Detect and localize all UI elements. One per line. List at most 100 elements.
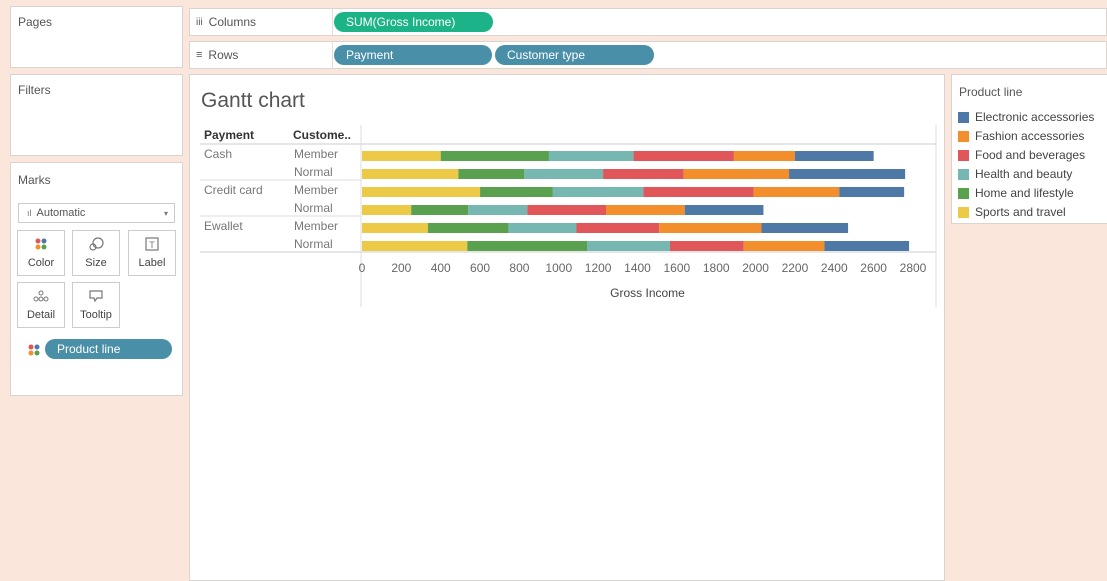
- size-button-label: Size: [85, 257, 107, 269]
- mark-type-dropdown[interactable]: ıl Automatic ▾: [18, 203, 175, 223]
- x-tick-label: 800: [509, 261, 529, 275]
- x-tick-label: 2000: [742, 261, 769, 275]
- marks-title: Marks: [18, 173, 51, 187]
- gantt-bar[interactable]: [659, 223, 762, 233]
- gantt-bar[interactable]: [603, 169, 684, 179]
- gantt-bar[interactable]: [761, 223, 849, 233]
- gantt-bar[interactable]: [552, 187, 644, 197]
- legend-item[interactable]: Home and lifestyle: [958, 186, 1074, 200]
- pages-card: Pages: [10, 6, 183, 68]
- gantt-bar[interactable]: [362, 205, 412, 215]
- color-button[interactable]: Color: [17, 230, 65, 276]
- legend-item[interactable]: Sports and travel: [958, 205, 1066, 219]
- gantt-bar[interactable]: [362, 187, 481, 197]
- gantt-bar[interactable]: [643, 187, 754, 197]
- gantt-chart[interactable]: 0 200 400 600 800 1000 1200 1400 1600 1800 2000 220…: [190, 75, 944, 375]
- columns-shelf-label: iii Columns: [196, 9, 256, 35]
- gantt-bar[interactable]: [480, 187, 553, 197]
- gantt-bar[interactable]: [587, 241, 670, 251]
- label-icon: T: [145, 237, 159, 253]
- shelf-divider: [332, 42, 333, 68]
- gantt-bar[interactable]: [606, 205, 685, 215]
- legend-item[interactable]: Electronic accessories: [958, 110, 1094, 124]
- pages-title: Pages: [18, 15, 53, 29]
- gantt-bar[interactable]: [753, 187, 840, 197]
- legend-label: Home and lifestyle: [975, 186, 1074, 200]
- gantt-bar[interactable]: [440, 151, 549, 161]
- rows-shelf-label: ≡ Rows: [196, 42, 238, 68]
- gantt-bar[interactable]: [411, 205, 469, 215]
- tooltip-button[interactable]: Tooltip: [72, 282, 120, 328]
- color-button-label: Color: [27, 257, 55, 269]
- columns-shelf[interactable]: iii Columns SUM(Gross Income): [189, 8, 1107, 36]
- bar-chart-icon: ıl: [27, 208, 32, 218]
- legend-title: Product line: [959, 85, 1023, 99]
- gantt-bar[interactable]: [362, 223, 428, 233]
- legend-item[interactable]: Health and beauty: [958, 167, 1072, 181]
- gantt-bar[interactable]: [427, 223, 509, 233]
- legend-swatch: [958, 187, 969, 199]
- legend-item[interactable]: Food and beverages: [958, 148, 1085, 162]
- x-tick-label: 600: [470, 261, 490, 275]
- tooltip-button-label: Tooltip: [80, 309, 112, 321]
- columns-icon: iii: [196, 16, 203, 28]
- gantt-bar[interactable]: [684, 205, 764, 215]
- gantt-bar[interactable]: [576, 223, 660, 233]
- filters-card[interactable]: Filters: [10, 74, 183, 156]
- product-line-pill[interactable]: Product line: [45, 339, 172, 359]
- label-button[interactable]: T Label: [128, 230, 176, 276]
- mark-type-value: Automatic: [36, 207, 86, 219]
- x-tick-label: 2800: [900, 261, 927, 275]
- detail-icon: [33, 289, 49, 305]
- x-tick-label: 0: [359, 261, 366, 275]
- legend-item[interactable]: Fashion accessories: [958, 129, 1084, 143]
- legend-label: Health and beauty: [975, 167, 1073, 181]
- gantt-bar[interactable]: [789, 169, 906, 179]
- gantt-bar[interactable]: [548, 151, 634, 161]
- marks-card: Marks ıl Automatic ▾ Color Size T Label …: [10, 162, 183, 396]
- x-tick-label: 1400: [624, 261, 651, 275]
- x-axis-label: Gross Income: [610, 286, 685, 300]
- gantt-bar[interactable]: [362, 169, 459, 179]
- gantt-bar[interactable]: [467, 241, 588, 251]
- gantt-bar[interactable]: [733, 151, 795, 161]
- legend-label: Sports and travel: [975, 205, 1066, 219]
- x-tick-label: 1600: [664, 261, 691, 275]
- x-tick-label: 1800: [703, 261, 730, 275]
- detail-button-label: Detail: [26, 309, 56, 321]
- tooltip-icon: [88, 289, 104, 305]
- legend-swatch: [958, 206, 969, 218]
- rows-shelf[interactable]: ≡ Rows Payment Customer type: [189, 41, 1107, 69]
- gantt-bar[interactable]: [669, 241, 744, 251]
- color-dots-icon: [34, 237, 48, 253]
- gantt-bar[interactable]: [458, 169, 525, 179]
- color-dots-icon: [27, 343, 41, 362]
- x-tick-label: 2400: [821, 261, 848, 275]
- detail-button[interactable]: Detail: [17, 282, 65, 328]
- customer-type-pill[interactable]: Customer type: [495, 45, 654, 65]
- gross-income-pill[interactable]: SUM(Gross Income): [334, 12, 493, 32]
- gantt-bar[interactable]: [527, 205, 607, 215]
- chevron-down-icon: ▾: [163, 208, 168, 218]
- gantt-bar[interactable]: [524, 169, 604, 179]
- gantt-bar[interactable]: [362, 151, 441, 161]
- legend-swatch: [958, 168, 969, 180]
- gantt-bar[interactable]: [794, 151, 874, 161]
- gantt-bar[interactable]: [508, 223, 577, 233]
- gantt-bar[interactable]: [839, 187, 905, 197]
- rows-icon: ≡: [196, 49, 203, 61]
- svg-text:T: T: [149, 240, 155, 250]
- legend-label: Electronic accessories: [975, 110, 1095, 124]
- payment-pill[interactable]: Payment: [334, 45, 492, 65]
- gantt-bar[interactable]: [362, 241, 468, 251]
- filters-title: Filters: [18, 83, 51, 97]
- x-tick-label: 2200: [782, 261, 809, 275]
- rows-label: Rows: [208, 48, 239, 62]
- gantt-bar[interactable]: [633, 151, 734, 161]
- size-button[interactable]: Size: [72, 230, 120, 276]
- gantt-bar[interactable]: [683, 169, 790, 179]
- gantt-bar[interactable]: [743, 241, 825, 251]
- gantt-bar[interactable]: [468, 205, 528, 215]
- shelf-divider: [332, 9, 333, 35]
- gantt-bar[interactable]: [824, 241, 910, 251]
